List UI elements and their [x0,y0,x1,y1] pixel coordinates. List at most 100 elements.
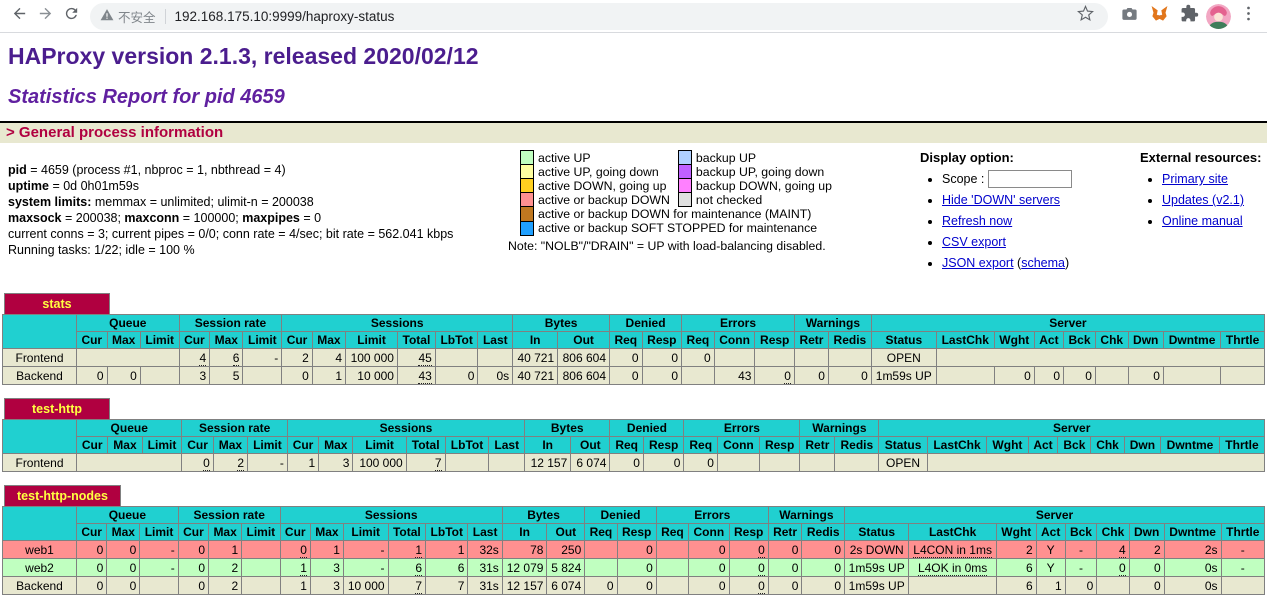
column-group-denied: Denied [610,420,684,437]
stat-cell: 0 [1065,577,1097,595]
process-info-line: pid = 4659 (process #1, nbproc = 1, nbth… [8,162,520,178]
csv-export-link[interactable]: CSV export [942,235,1006,249]
reload-button[interactable] [58,3,84,29]
stat-cell [927,454,1264,472]
column-group-sessions: Sessions [287,420,524,437]
column-group-denied: Denied [610,315,682,332]
column-header-bck: Bck [1065,524,1097,541]
table-row-web2: web200-0213-6631s12 0795 824000001m59s U… [3,559,1265,577]
url-text: 192.168.175.10:9999/haproxy-status [175,9,395,24]
row-label-Backend[interactable]: Backend [3,577,77,595]
profile-avatar[interactable] [1206,4,1231,29]
stat-cell: 0 [643,454,684,472]
hide-down-servers-link[interactable]: Hide 'DOWN' servers [942,193,1060,207]
row-label-Frontend[interactable]: Frontend [3,454,77,472]
table-row-Backend: Backend00350110 0004300s40 721806 604004… [3,367,1265,385]
table-row-Frontend: Frontend46-24100 0004540 721806 604000OP… [3,349,1265,367]
menu-button[interactable] [1235,3,1261,29]
online-manual-item: Online manual [1162,211,1263,232]
row-label-web1[interactable]: web1 [3,541,77,559]
stat-cell: 31s [468,559,502,577]
stat-cell [478,349,513,367]
column-header-last: Last [468,524,502,541]
column-header-lbtot: LbTot [426,524,468,541]
stat-cell: Y [1036,559,1065,577]
stat-cell: 0s [1164,577,1221,595]
stat-cell [243,367,282,385]
extensions-button[interactable] [1176,3,1202,29]
column-header-max: Max [312,332,345,349]
screenshot-extension-button[interactable] [1116,3,1142,29]
forward-icon [37,5,54,27]
column-header-cur: Cur [179,332,210,349]
stat-cell [936,367,994,385]
stat-cell: 1 [280,559,310,577]
address-bar[interactable]: 不安全 192.168.175.10:9999/haproxy-status [90,3,1108,30]
active-down-going-up-swatch [521,179,534,193]
warning-icon [100,8,114,25]
row-label-Backend[interactable]: Backend [3,367,77,385]
refresh-now-link[interactable]: Refresh now [942,214,1012,228]
page-title[interactable]: HAProxy version 2.1.3, released 2020/02/… [8,43,1259,70]
proxy-title-link-test-http[interactable]: test-http [32,402,82,416]
stat-cell [656,541,688,559]
stat-cell: 806 604 [558,349,610,367]
legend-table: active UPbackup UPactive UP, going downb… [521,151,840,236]
forward-button[interactable] [32,3,58,29]
stat-cell: 1 [388,541,426,559]
column-header-retr: Retr [768,524,802,541]
security-chip[interactable]: 不安全 [100,7,156,26]
schema-link[interactable]: schema [1021,256,1065,270]
proxy-section-test-http-nodes: test-http-nodesQueueSession rateSessions… [2,485,1265,595]
stat-cell: 6 [388,559,426,577]
stat-cell: 2 [209,559,242,577]
external-resources-heading: External resources: [1140,150,1263,165]
legend-row: active UP, going downbackup UP, going do… [521,165,840,179]
scope-input[interactable] [988,170,1072,188]
back-button[interactable] [6,3,32,29]
column-header-max: Max [107,332,140,349]
stat-cell: 0 [689,541,730,559]
stat-cell: 5 [210,367,243,385]
stat-cell: 2 [282,349,313,367]
stat-cell [435,349,478,367]
bookmark-star-button[interactable] [1072,3,1098,29]
proxy-title-link-test-http-nodes[interactable]: test-http-nodes [17,489,108,503]
stat-cell: 1m59s UP [845,559,909,577]
stat-cell: 4 [1097,541,1129,559]
stat-cell: 0 [729,541,768,559]
updates-link[interactable]: Updates (v2.1) [1162,193,1244,207]
json-export-link[interactable]: JSON export [942,256,1014,270]
row-label-Frontend[interactable]: Frontend [3,349,77,367]
online-manual-link[interactable]: Online manual [1162,214,1243,228]
row-label-web2[interactable]: web2 [3,559,77,577]
proxy-title-link-stats[interactable]: stats [42,297,71,311]
stat-cell: 0 [642,349,681,367]
stat-cell: - [343,559,388,577]
column-header-dwntme: Dwntme [1163,332,1220,349]
column-header-req: Req [684,437,717,454]
stat-cell: 0 [682,349,715,367]
stat-cell: - [140,559,178,577]
omnibox-separator [165,9,166,24]
stat-cell: 2 [209,577,242,595]
corner-cell [3,420,77,454]
stat-cell: 4 [312,349,345,367]
primary-site-link[interactable]: Primary site [1162,172,1228,186]
legend: active UPbackup UPactive UP, going downb… [520,147,908,253]
refresh-now-item: Refresh now [942,211,1128,232]
column-header-dwntme: Dwntme [1164,524,1221,541]
stat-cell: - [1065,559,1097,577]
column-header-chk: Chk [1097,524,1129,541]
corner-cell [3,507,77,541]
column-group-bytes: Bytes [513,315,610,332]
stat-cell: 0 [1129,577,1164,595]
back-icon [11,5,28,27]
stat-cell [77,349,180,367]
metamask-extension-button[interactable] [1146,3,1172,29]
legend-row: active or backup SOFT STOPPED for mainte… [521,221,840,235]
column-header-out: Out [571,437,610,454]
column-header-thrtle: Thrtle [1221,332,1265,349]
column-header-conn: Conn [689,524,730,541]
stat-cell: 0 [768,577,802,595]
